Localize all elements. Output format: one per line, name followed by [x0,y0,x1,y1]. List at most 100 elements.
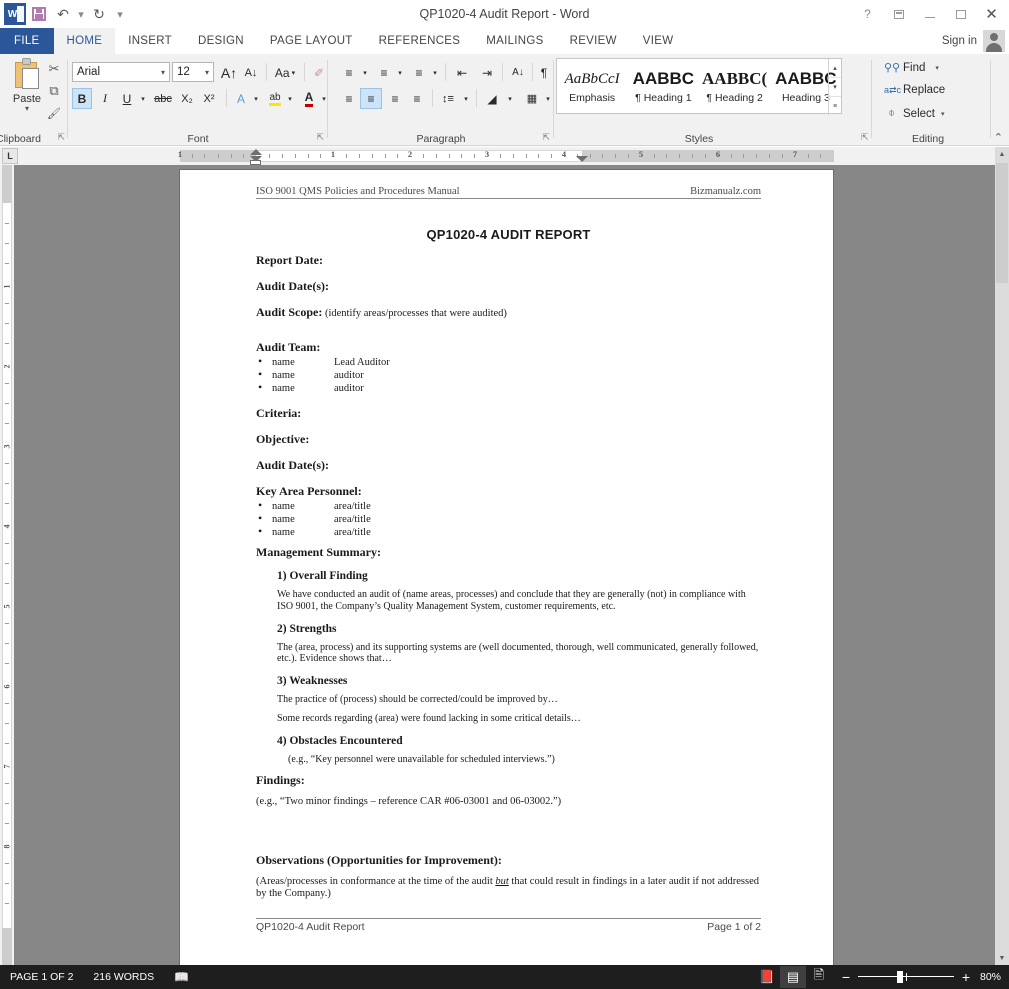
multilevel-dropdown-button[interactable]: ▾ [429,62,441,83]
scroll-up-button[interactable]: ▲ [995,147,1009,161]
replace-button[interactable]: a⇄c Replace [884,84,945,96]
underline-button[interactable]: U [117,88,137,109]
tab-review[interactable]: REVIEW [557,28,630,54]
document-workspace[interactable]: ISO 9001 QMS Policies and Procedures Man… [14,165,995,965]
style-emphasis[interactable]: AaBbCcI Emphasis [557,59,629,113]
text-effects-button[interactable]: A [230,88,252,109]
paragraph-dialog-launcher[interactable]: ⇱ [542,132,550,143]
page-indicator[interactable]: PAGE 1 OF 2 [0,971,83,983]
collapse-ribbon-button[interactable]: ⌃ [994,131,1003,144]
style-heading-2[interactable]: AABBC( ¶ Heading 2 [700,59,771,113]
styles-more-button[interactable]: ≡ [829,97,841,115]
word-count[interactable]: 216 WORDS [83,971,164,983]
text-effects-dropdown-button[interactable]: ▾ [250,88,262,109]
vertical-ruler[interactable]: 1 2 3 4 5 6 7 8 [0,165,14,965]
italic-button[interactable]: I [95,88,115,109]
document-body[interactable]: ISO 9001 QMS Policies and Procedures Man… [256,186,761,900]
borders-button[interactable]: ▦ [520,88,544,109]
first-line-indent-marker[interactable] [250,149,262,155]
styles-gallery[interactable]: AaBbCcI Emphasis AABBC ¶ Heading 1 AABBC… [556,58,842,115]
tab-page-layout[interactable]: PAGE LAYOUT [257,28,366,54]
bullets-button[interactable]: ≡ [338,62,360,83]
copy-button[interactable]: ⧉ [42,80,66,102]
maximize-button[interactable] [945,0,976,28]
web-layout-button[interactable]: 🖹 [806,966,832,988]
horizontal-ruler[interactable]: 1 1 2 3 4 5 6 7 [0,147,1009,165]
proofing-status-button[interactable]: 📖 [164,970,199,984]
sign-in-button[interactable]: Sign in [942,28,977,54]
avatar[interactable] [983,30,1005,52]
font-dialog-launcher[interactable]: ⇱ [316,132,324,143]
zoom-in-button[interactable]: + [960,969,972,985]
justify-button[interactable]: ≡ [406,88,428,109]
underline-dropdown-button[interactable]: ▾ [137,88,149,109]
zoom-level-label[interactable]: 80% [980,971,1009,983]
zoom-slider-thumb[interactable] [896,971,903,983]
line-spacing-dropdown-button[interactable]: ▾ [460,88,472,109]
field-label: Objective: [256,432,310,446]
sort-button[interactable]: A↓ [506,62,530,83]
tab-insert[interactable]: INSERT [115,28,185,54]
font-name-combobox[interactable]: Arial ▾ [72,62,170,82]
list-item: name auditor [256,381,761,395]
decrease-indent-icon: ⇤ [456,65,468,80]
numbering-button[interactable]: ≡ [373,62,395,83]
numbering-dropdown-button[interactable]: ▾ [394,62,406,83]
shrink-font-button[interactable]: A↓ [240,62,262,83]
right-indent-marker[interactable] [576,156,588,162]
shading-button[interactable]: ◢ [480,88,504,109]
tab-home[interactable]: HOME [53,28,116,54]
tab-view[interactable]: VIEW [630,28,687,54]
scroll-down-button[interactable]: ▼ [995,951,1009,965]
find-button[interactable]: ⚲⚲ Find ▾ [884,61,939,75]
change-case-button[interactable]: Aa ▾ [270,62,300,83]
tab-design[interactable]: DESIGN [185,28,257,54]
font-color-button[interactable]: A [298,88,320,109]
superscript-button[interactable]: X² [198,88,220,109]
tab-stop-selector[interactable]: L [2,148,18,164]
decrease-indent-button[interactable]: ⇤ [450,62,474,83]
show-formatting-marks-button[interactable]: ¶ [534,62,554,83]
align-left-button[interactable]: ≡ [338,88,360,109]
read-mode-button[interactable]: 📕 [754,966,780,988]
align-right-button[interactable]: ≡ [384,88,406,109]
align-center-button[interactable]: ≡ [360,88,382,109]
bold-button[interactable]: B [72,88,92,109]
strikethrough-button[interactable]: abc [151,88,175,109]
styles-dialog-launcher[interactable]: ⇱ [861,132,869,143]
shading-dropdown-button[interactable]: ▾ [504,88,516,109]
styles-scroll-up-button[interactable]: ▴ [829,59,841,78]
zoom-slider[interactable] [857,971,954,983]
grow-font-button[interactable]: A↑ [218,62,240,83]
document-page[interactable]: ISO 9001 QMS Policies and Procedures Man… [180,170,833,965]
zoom-control[interactable]: − + [832,969,980,985]
scrollbar-thumb[interactable] [996,163,1008,283]
format-painter-button[interactable]: 🖌 [42,102,66,124]
highlight-dropdown-button[interactable]: ▾ [284,88,296,109]
print-layout-button[interactable]: ▤ [779,966,806,988]
tab-file[interactable]: FILE [0,28,54,54]
styles-gallery-scroll[interactable]: ▴ ▾ ≡ [828,59,841,115]
vertical-scrollbar[interactable]: ▲ ▼ [995,147,1009,965]
help-button[interactable]: ? [852,0,883,28]
text-highlight-button[interactable]: ab [264,88,286,109]
tab-references[interactable]: REFERENCES [366,28,474,54]
styles-scroll-down-button[interactable]: ▾ [829,78,841,97]
minimize-button[interactable] [914,0,945,28]
bullets-dropdown-button[interactable]: ▾ [359,62,371,83]
increase-indent-button[interactable]: ⇥ [475,62,499,83]
select-button[interactable]: ⌽ Select ▾ [884,107,944,120]
subscript-button[interactable]: X₂ [176,88,198,109]
font-size-combobox[interactable]: 12 ▾ [172,62,214,82]
close-button[interactable]: ✕ [976,0,1007,28]
cut-button[interactable]: ✂ [42,58,66,80]
ribbon-display-options-button[interactable] [883,0,914,28]
style-heading-1[interactable]: AABBC ¶ Heading 1 [628,59,700,113]
line-spacing-button[interactable]: ↕≡ [436,88,460,109]
zoom-out-button[interactable]: − [840,969,852,985]
person-name: name [272,501,295,512]
clipboard-dialog-launcher[interactable]: ⇱ [57,132,65,143]
vruler-number: 1 [2,284,12,289]
multilevel-list-button[interactable]: ≡ [408,62,430,83]
tab-mailings[interactable]: MAILINGS [473,28,556,54]
